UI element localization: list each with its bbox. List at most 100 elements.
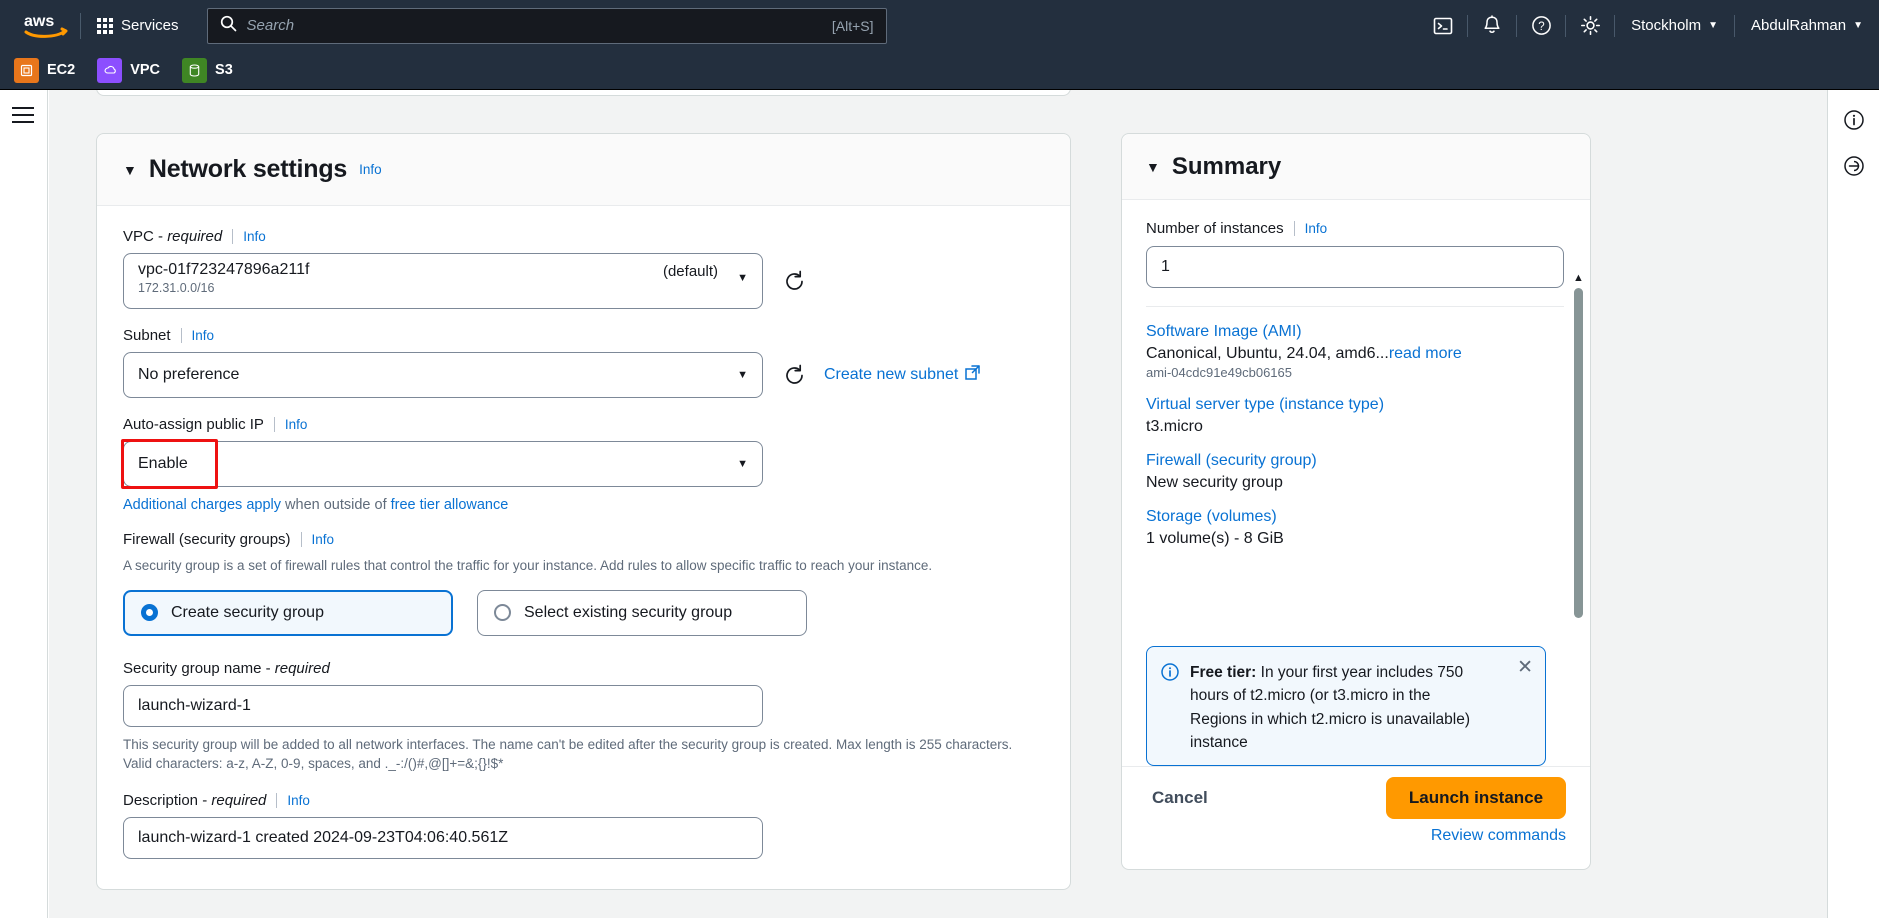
svg-text:?: ? — [1538, 21, 1544, 33]
security-group-name-label-row: Security group name - required — [123, 660, 1044, 677]
charges-middle-text: when outside of — [281, 497, 391, 513]
close-icon[interactable]: ✕ — [1517, 658, 1533, 677]
additional-charges-note: Additional charges apply when outside of… — [123, 497, 1044, 513]
aws-logo[interactable]: aws — [18, 13, 74, 39]
summary-header: ▼ Summary — [1122, 134, 1590, 200]
shortcut-label: EC2 — [47, 62, 76, 78]
number-of-instances-input[interactable]: 1 — [1146, 246, 1564, 288]
security-group-name-input[interactable]: launch-wizard-1 — [123, 684, 763, 727]
info-panel-icon[interactable] — [1838, 104, 1870, 136]
summary-item-firewall: Firewall (security group) New security g… — [1146, 452, 1566, 492]
read-more-link[interactable]: read more — [1389, 345, 1462, 362]
additional-charges-link[interactable]: Additional charges apply — [123, 497, 281, 513]
summary-item-link[interactable]: Software Image (AMI) — [1146, 323, 1566, 341]
launch-instance-button[interactable]: Launch instance — [1386, 777, 1566, 819]
radio-select-existing-security-group[interactable]: Select existing security group — [477, 589, 807, 636]
nav-divider — [80, 12, 81, 39]
vpc-row: vpc-01f723247896a211f 172.31.0.0/16 (def… — [123, 253, 1044, 309]
gear-icon[interactable] — [1566, 0, 1614, 51]
info-link[interactable]: Info — [359, 162, 382, 177]
summary-item-value: New security group — [1146, 474, 1283, 491]
chevron-down-icon: ▼ — [737, 369, 748, 381]
scroll-up-arrow-icon[interactable]: ▲ — [1572, 272, 1585, 284]
summary-item-value: t3.micro — [1146, 418, 1203, 435]
services-menu-button[interactable]: Services — [87, 11, 189, 40]
firewall-label-row: Firewall (security groups) Info — [123, 531, 1044, 548]
summary-item-link[interactable]: Firewall (security group) — [1146, 452, 1566, 470]
cancel-button[interactable]: Cancel — [1152, 788, 1208, 808]
create-new-subnet-link[interactable]: Create new subnet — [824, 365, 981, 385]
free-tier-row: Free tier: In your first year includes 7… — [1161, 661, 1531, 754]
subnet-select[interactable]: No preference ▼ — [123, 352, 763, 398]
hamburger-menu-icon[interactable] — [12, 102, 34, 128]
form-column: ▼ Network settings Info VPC - required I… — [96, 90, 1121, 918]
search-icon — [220, 15, 237, 37]
description-input[interactable]: launch-wizard-1 created 2024-09-23T04:06… — [123, 816, 763, 859]
chevron-down-icon: ▼ — [737, 458, 748, 470]
service-shortcut-bar: EC2 VPC S3 — [0, 51, 1879, 90]
chevron-down-icon: ▼ — [1708, 19, 1719, 31]
shortcut-vpc[interactable]: VPC — [97, 57, 160, 83]
right-utility-rail — [1827, 90, 1879, 918]
bell-icon[interactable] — [1468, 0, 1516, 51]
vpc-select[interactable]: vpc-01f723247896a211f 172.31.0.0/16 (def… — [123, 253, 763, 309]
label-divider — [180, 328, 182, 343]
summary-scrollbar-thumb[interactable] — [1574, 288, 1583, 618]
description-label: Description - required — [123, 791, 267, 809]
summary-item-instance-type: Virtual server type (instance type) t3.m… — [1146, 396, 1566, 436]
network-settings-header: ▼ Network settings Info — [97, 134, 1070, 206]
summary-footer: Cancel Launch instance Review commands — [1122, 766, 1590, 869]
subnet-info-link[interactable]: Info — [192, 328, 215, 343]
subnet-label: Subnet — [123, 327, 171, 344]
shortcut-label: S3 — [215, 62, 233, 78]
vpc-default-tag: (default) — [662, 263, 718, 280]
label-divider — [232, 229, 234, 244]
summary-divider — [1146, 306, 1564, 307]
grid-icon — [97, 17, 113, 34]
radio-label: Select existing security group — [524, 603, 733, 621]
shortcut-s3[interactable]: S3 — [182, 57, 233, 83]
radio-unselected-icon — [494, 604, 511, 622]
region-selector[interactable]: Stockholm ▼ — [1615, 0, 1734, 51]
label-divider — [273, 417, 275, 432]
vpc-refresh-button[interactable] — [783, 270, 806, 293]
cloudshell-icon[interactable] — [1419, 0, 1467, 51]
subnet-refresh-button[interactable] — [783, 364, 806, 387]
auto-assign-ip-select[interactable]: Enable ▼ — [123, 441, 763, 487]
auto-assign-ip-info-link[interactable]: Info — [285, 417, 308, 432]
summary-item-value: Canonical, Ubuntu, 24.04, amd6...read mo… — [1146, 345, 1462, 362]
top-nav-right-group: ? Stockholm ▼ AbdulRahman ▼ — [1419, 0, 1879, 51]
security-group-name-helper: This security group will be added to all… — [123, 736, 1013, 772]
collapse-toggle-icon[interactable]: ▼ — [123, 162, 137, 178]
review-commands-link[interactable]: Review commands — [1431, 827, 1566, 845]
summary-item-sub: ami-04cdc91e49cb06165 — [1146, 365, 1292, 380]
vpc-label-row: VPC - required Info — [123, 228, 1044, 245]
radio-selected-icon — [141, 604, 158, 622]
account-menu[interactable]: AbdulRahman ▼ — [1735, 0, 1879, 51]
main-content-area: ▼ Network settings Info VPC - required I… — [49, 90, 1827, 918]
shortcuts-panel-icon[interactable] — [1838, 150, 1870, 182]
search-input[interactable]: Search — [247, 17, 822, 34]
subnet-row: No preference ▼ Create new subnet — [123, 352, 1044, 398]
question-circle-icon[interactable]: ? — [1517, 0, 1565, 51]
firewall-option-group: Create security group Select existing se… — [123, 589, 1044, 636]
vpc-info-link[interactable]: Info — [243, 229, 266, 244]
subnet-value: No preference — [138, 366, 240, 383]
summary-collapse-toggle-icon[interactable]: ▼ — [1146, 159, 1160, 175]
search-shortcut-hint: [Alt+S] — [831, 17, 874, 34]
free-tier-allowance-link[interactable]: free tier allowance — [391, 497, 509, 513]
instances-info-link[interactable]: Info — [1305, 221, 1328, 236]
summary-item-link[interactable]: Storage (volumes) — [1146, 508, 1566, 526]
description-info-link[interactable]: Info — [287, 793, 310, 808]
summary-scrollbar[interactable]: ▲ ▼ — [1572, 272, 1584, 766]
ec2-icon — [14, 57, 39, 83]
chevron-down-icon: ▼ — [1853, 19, 1863, 31]
firewall-info-link[interactable]: Info — [312, 532, 335, 547]
summary-item-ami: Software Image (AMI) Canonical, Ubuntu, … — [1146, 323, 1566, 380]
global-search-bar[interactable]: Search [Alt+S] — [206, 7, 887, 44]
number-of-instances-label: Number of instances — [1146, 220, 1284, 237]
radio-create-security-group[interactable]: Create security group — [123, 589, 453, 636]
summary-item-link[interactable]: Virtual server type (instance type) — [1146, 396, 1566, 414]
label-divider — [1293, 221, 1295, 236]
shortcut-ec2[interactable]: EC2 — [14, 57, 76, 83]
